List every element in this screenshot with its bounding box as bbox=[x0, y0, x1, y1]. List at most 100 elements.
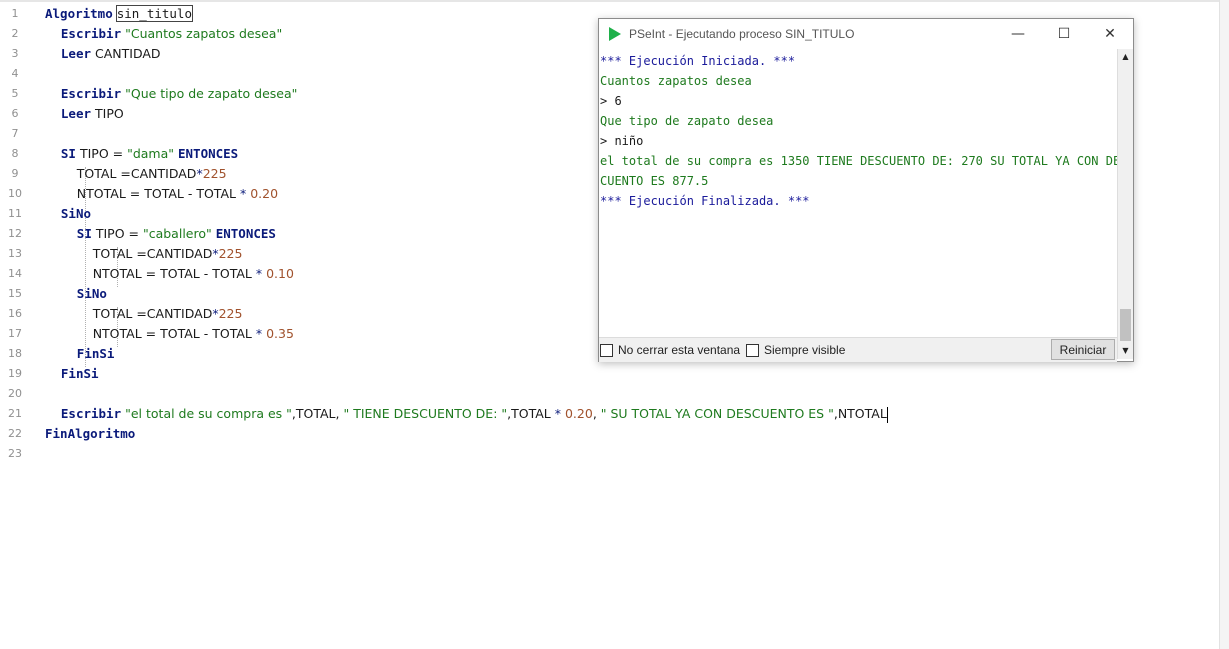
number-literal: 225 bbox=[218, 306, 243, 321]
console-scrollbar[interactable]: ▲ ▼ bbox=[1117, 49, 1133, 359]
console-output[interactable]: *** Ejecución Iniciada. *** Cuantos zapat… bbox=[600, 51, 1128, 337]
keyword: ENTONCES bbox=[178, 146, 239, 161]
editor-scrollbar[interactable] bbox=[1219, 0, 1229, 649]
line-number: 6 bbox=[11, 107, 19, 120]
keyword: Leer bbox=[60, 106, 92, 121]
siempre-visible-checkbox[interactable] bbox=[746, 344, 759, 357]
algorithm-name: sin_titulo bbox=[115, 5, 193, 22]
expression: TOTAL =CANTIDAD bbox=[92, 306, 213, 321]
keyword: SiNo bbox=[76, 286, 107, 301]
expression: TOTAL =CANTIDAD bbox=[76, 166, 197, 181]
top-border bbox=[0, 0, 1229, 2]
keyword: SI bbox=[60, 146, 76, 161]
siempre-visible-label: Siempre visible bbox=[764, 343, 846, 357]
expression: NTOTAL = TOTAL - TOTAL bbox=[92, 326, 256, 341]
no-cerrar-checkbox[interactable] bbox=[600, 344, 613, 357]
reiniciar-button[interactable]: Reiniciar bbox=[1051, 339, 1115, 360]
keyword: Escribir bbox=[60, 26, 122, 41]
line-number: 19 bbox=[8, 367, 22, 380]
console-line: Que tipo de zapato desea bbox=[600, 114, 774, 128]
console-line: Cuantos zapatos desea bbox=[600, 74, 752, 88]
minimize-button[interactable]: — bbox=[995, 19, 1041, 49]
maximize-button[interactable]: ☐ bbox=[1041, 19, 1087, 49]
line-number: 14 bbox=[8, 267, 22, 280]
line-number-gutter: 1 2 3 4 5 6 7 8 9 10 11 12 13 14 15 16 17 18 19 20 21 22 23 bbox=[0, 4, 30, 464]
line-number: 11 bbox=[8, 207, 22, 220]
scroll-down-arrow-icon[interactable]: ▼ bbox=[1118, 343, 1133, 359]
string-literal: "dama" bbox=[127, 146, 175, 161]
line-number: 23 bbox=[8, 447, 22, 460]
keyword: Algoritmo bbox=[45, 6, 113, 21]
console-line: *** Ejecución Finalizada. *** bbox=[600, 194, 810, 208]
window-titlebar[interactable]: PSeInt - Ejecutando proceso SIN_TITULO —… bbox=[599, 19, 1133, 49]
operator: * bbox=[255, 326, 263, 341]
line-number: 8 bbox=[11, 147, 19, 160]
expression: ,NTOTAL bbox=[833, 406, 887, 421]
number-literal: 225 bbox=[202, 166, 227, 181]
line-number: 9 bbox=[11, 167, 19, 180]
console-line: > niño bbox=[600, 134, 644, 148]
console-bottom-bar: No cerrar esta ventana Siempre visible R… bbox=[599, 337, 1117, 362]
number-literal: 225 bbox=[218, 246, 243, 261]
line-number: 10 bbox=[8, 187, 22, 200]
window-title: PSeInt - Ejecutando proceso SIN_TITULO bbox=[629, 27, 855, 41]
keyword: FinSi bbox=[60, 366, 99, 381]
line-number: 16 bbox=[8, 307, 22, 320]
line-number: 4 bbox=[11, 67, 19, 80]
expression: , bbox=[592, 406, 601, 421]
keyword: ENTONCES bbox=[215, 226, 276, 241]
expression: TIPO = bbox=[95, 226, 143, 241]
number-literal: 0.20 bbox=[250, 186, 279, 201]
number-literal: 0.20 bbox=[564, 406, 593, 421]
line-number: 12 bbox=[8, 227, 22, 240]
line-number: 13 bbox=[8, 247, 22, 260]
identifier: TIPO bbox=[95, 106, 124, 121]
pseint-play-icon bbox=[609, 27, 621, 41]
line-number: 18 bbox=[8, 347, 22, 360]
string-literal: "Cuantos zapatos desea" bbox=[125, 26, 283, 41]
text-caret bbox=[886, 406, 888, 423]
string-literal: "el total de su compra es " bbox=[125, 406, 292, 421]
string-literal: " TIENE DESCUENTO DE: " bbox=[343, 406, 508, 421]
scroll-up-arrow-icon[interactable]: ▲ bbox=[1118, 49, 1133, 65]
keyword: FinSi bbox=[76, 346, 115, 361]
line-number: 17 bbox=[8, 327, 22, 340]
console-line: CUENTO ES 877.5 bbox=[600, 174, 709, 188]
line-number: 22 bbox=[8, 427, 22, 440]
operator: * bbox=[239, 186, 247, 201]
code-line-22: FinAlgoritmo bbox=[45, 424, 888, 444]
keyword: Escribir bbox=[60, 406, 122, 421]
expression: NTOTAL = TOTAL - TOTAL bbox=[76, 186, 240, 201]
close-button[interactable]: ✕ bbox=[1087, 19, 1133, 49]
line-number: 20 bbox=[8, 387, 22, 400]
code-line-21: Escribir "el total de su compra es ",TOT… bbox=[45, 404, 888, 424]
line-number: 7 bbox=[11, 127, 19, 140]
expression: NTOTAL = TOTAL - TOTAL bbox=[92, 266, 256, 281]
number-literal: 0.10 bbox=[266, 266, 294, 281]
console-line: > 6 bbox=[600, 94, 622, 108]
console-line: *** Ejecución Iniciada. *** bbox=[600, 54, 796, 68]
number-literal: 0.35 bbox=[266, 326, 294, 341]
code-line-19: FinSi bbox=[45, 364, 888, 384]
string-literal: "Que tipo de zapato desea" bbox=[125, 86, 298, 101]
line-number: 21 bbox=[8, 407, 22, 420]
no-cerrar-label: No cerrar esta ventana bbox=[618, 343, 741, 357]
line-number: 5 bbox=[11, 87, 19, 100]
line-number: 1 bbox=[11, 7, 19, 20]
operator: * bbox=[255, 266, 263, 281]
line-number: 15 bbox=[8, 287, 22, 300]
expression: TIPO = bbox=[79, 146, 128, 161]
keyword: Escribir bbox=[60, 86, 122, 101]
expression: ,TOTAL, bbox=[291, 406, 344, 421]
line-number: 2 bbox=[11, 27, 19, 40]
keyword: SiNo bbox=[60, 206, 92, 221]
string-literal: " SU TOTAL YA CON DESCUENTO ES " bbox=[600, 406, 834, 421]
console-line: el total de su compra es 1350 TIENE DESC… bbox=[600, 154, 1128, 168]
keyword: Leer bbox=[60, 46, 92, 61]
keyword: FinAlgoritmo bbox=[45, 426, 136, 441]
string-literal: "caballero" bbox=[142, 226, 212, 241]
execution-window[interactable]: PSeInt - Ejecutando proceso SIN_TITULO —… bbox=[598, 18, 1134, 362]
expression: TOTAL =CANTIDAD bbox=[92, 246, 213, 261]
scrollbar-thumb[interactable] bbox=[1120, 309, 1131, 341]
